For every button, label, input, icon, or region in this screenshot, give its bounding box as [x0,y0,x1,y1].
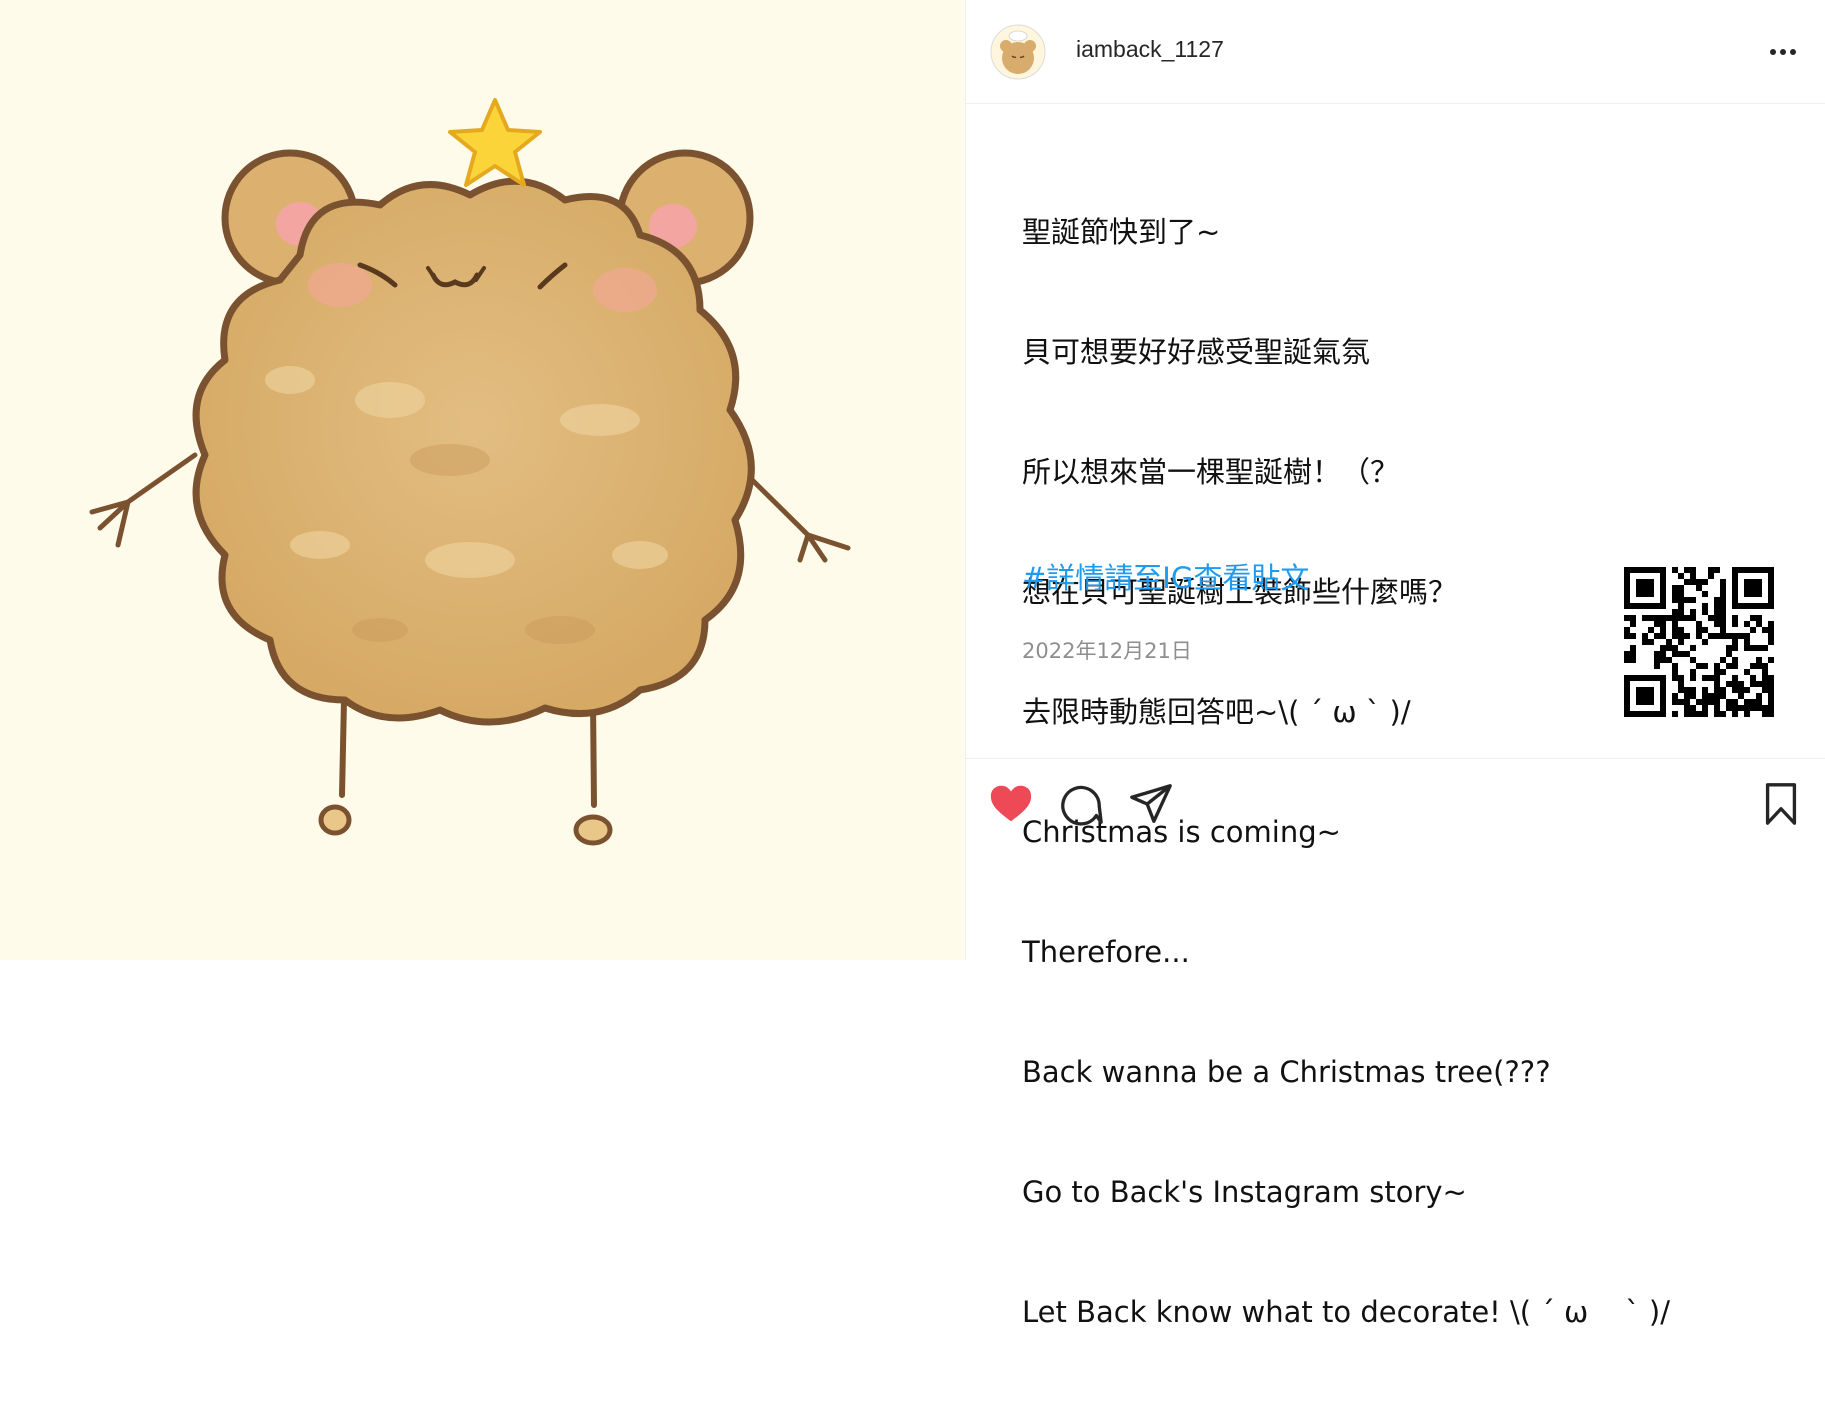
caption-line: Go to Back's Instagram story~ [1022,1175,1467,1209]
comment-icon[interactable] [1058,781,1104,827]
caption-line: Therefore... [1022,935,1190,969]
hashtag-link[interactable]: #詳情請至IG查看貼文 [1022,558,1309,598]
post-header: iamback_1127 [966,0,1825,104]
instagram-post: iamback_1127 聖誕節快到了~ 貝可想要好好感受聖誕氣氛 所以想來當一… [0,0,1825,1329]
avatar[interactable] [990,24,1046,80]
qr-code [1624,567,1774,717]
caption-line: Let Back know what to decorate! \( ´ ω `… [1022,1295,1671,1329]
post-image[interactable] [0,0,965,960]
bear-christmas-tree-illustration [89,98,851,846]
username[interactable]: iamback_1127 [1076,36,1224,63]
heart-icon[interactable] [988,781,1034,827]
bookmark-icon[interactable] [1758,781,1804,827]
caption-line: 所以想來當一棵聖誕樹！（？ [1022,455,1400,489]
post-date: 2022年12月21日 [1022,639,1192,663]
share-icon[interactable] [1128,781,1174,827]
action-bar [966,758,1825,848]
more-options-icon[interactable] [1766,38,1800,66]
caption-line: 貝可想要好好感受聖誕氣氛 [1022,335,1371,369]
post-details: iamback_1127 聖誕節快到了~ 貝可想要好好感受聖誕氣氛 所以想來當一… [965,0,1825,1329]
caption-line: Back wanna be a Christmas tree(??? [1022,1055,1551,1089]
caption-line: 聖誕節快到了~ [1022,215,1221,249]
